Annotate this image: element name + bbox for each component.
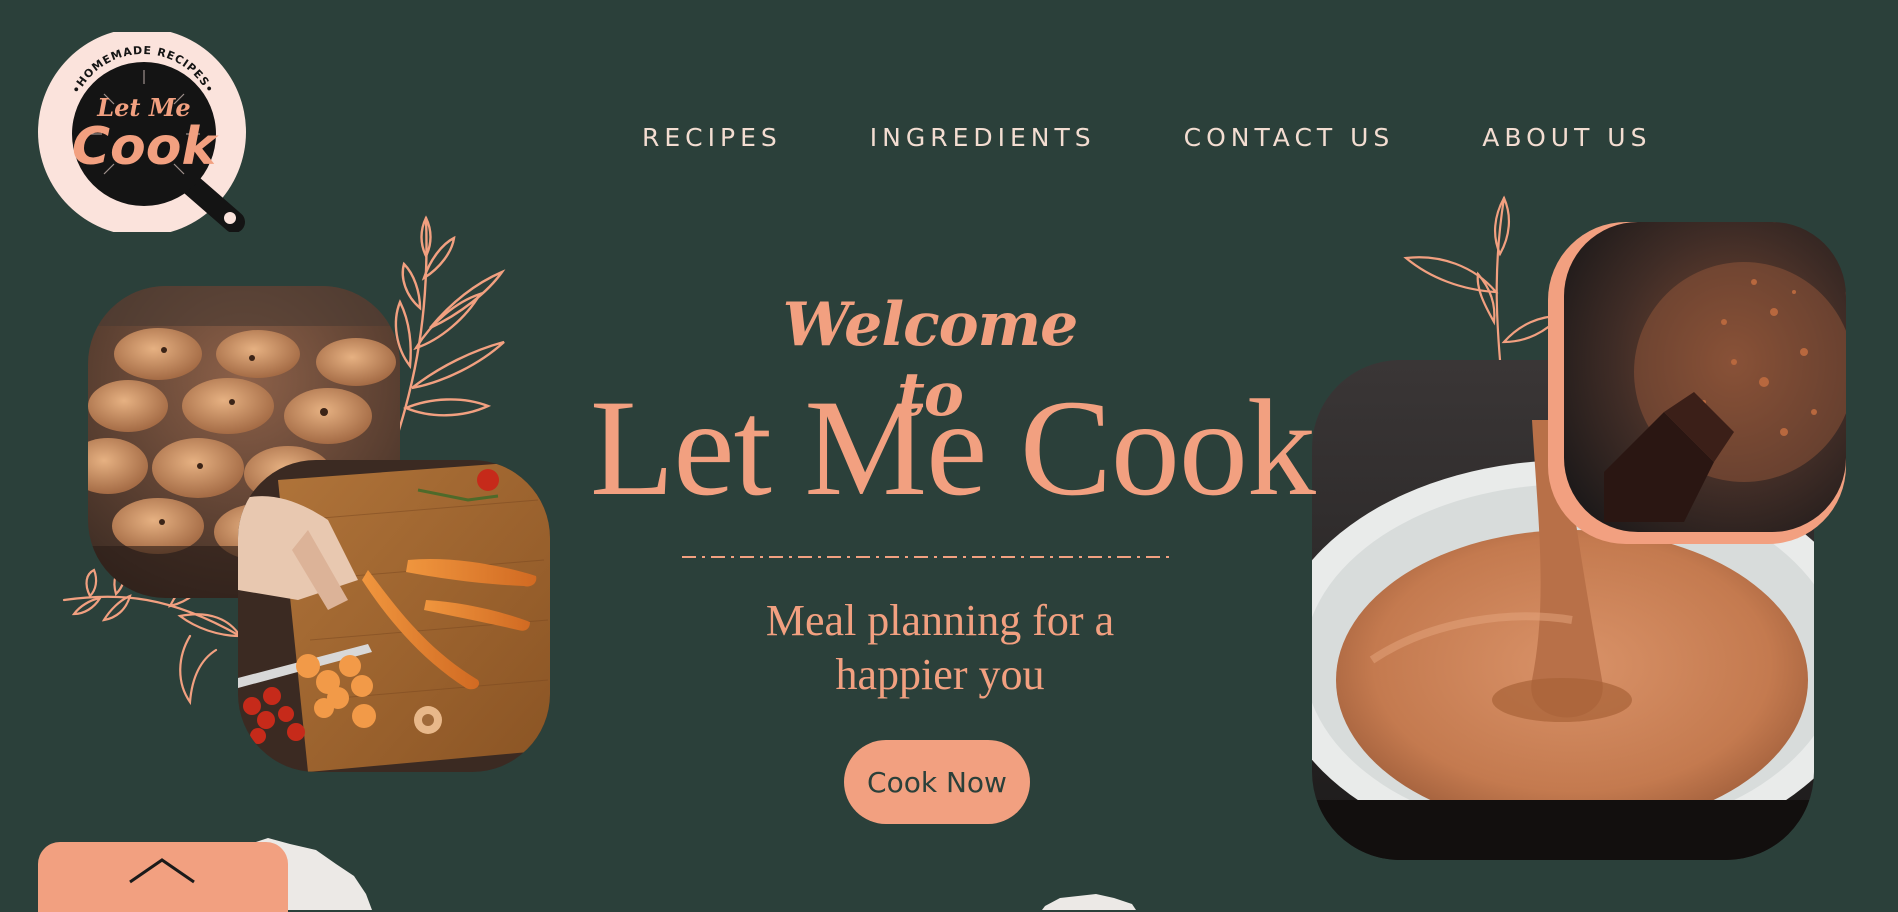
scroll-to-top-button[interactable] [38,842,288,912]
site-title: Let Me Cook [590,371,1316,524]
nav-item-recipes[interactable]: RECIPES [620,123,804,152]
carrots-cutting-board-photo [238,460,550,772]
nav-item-contact-us[interactable]: CONTACT US [1162,123,1417,152]
cook-now-button[interactable]: Cook Now [844,740,1030,824]
nav-item-ingredients[interactable]: INGREDIENTS [848,123,1118,152]
nav-item-about-us[interactable]: ABOUT US [1460,123,1673,152]
cocoa-powder-photo [1564,222,1846,532]
main-nav: RECIPES INGREDIENTS CONTACT US ABOUT US [620,112,1646,162]
dotted-divider [682,556,1174,558]
botanical-leaf-illustration [1403,195,1563,362]
tagline-line-1: Meal planning for a [765,596,1115,645]
brand-logo[interactable]: •HOMEMADE RECIPES• Let Me Cook [38,28,248,236]
chevron-up-icon [129,858,195,884]
torn-paper-decoration [1042,894,1136,910]
tagline-line-2: happier you [835,650,1045,699]
tagline: Meal planning for a happier you [700,594,1180,702]
logo-text-main: Cook [72,117,220,177]
